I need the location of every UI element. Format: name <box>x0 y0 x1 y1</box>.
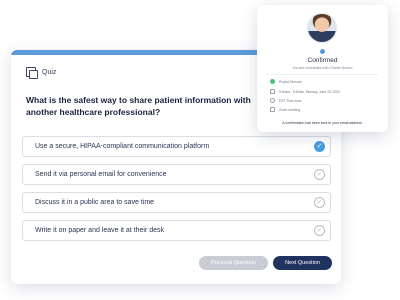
quiz-title: Quiz <box>42 68 57 76</box>
answer-option[interactable]: Send it via personal email for convenien… <box>22 164 331 185</box>
answer-option-label: Send it via personal email for convenien… <box>35 171 167 178</box>
quiz-header: Quiz <box>26 67 57 79</box>
check-circle-icon: ✓ <box>314 225 325 236</box>
status-dot-icon <box>270 79 275 84</box>
detail-text: EST Time zone <box>279 98 302 103</box>
answer-option[interactable]: Discuss it in a public area to save time… <box>22 192 331 213</box>
answer-option[interactable]: Write it on paper and leave it at their … <box>22 220 331 241</box>
confirmation-title: Confirmed <box>307 57 338 64</box>
detail-row: 9:00am - 9:30am, Monday, June 20, 2022 <box>270 89 340 94</box>
next-question-button[interactable]: Next Question <box>273 256 332 270</box>
detail-text: Zoom meeting <box>279 107 301 112</box>
detail-text: 9:00am - 9:30am, Monday, June 20, 2022 <box>279 89 340 94</box>
answer-option-label: Write it on paper and leave it at their … <box>35 227 165 234</box>
confirmation-card: Confirmed You are scheduled with Charlie… <box>257 5 388 132</box>
check-circle-icon: ✓ <box>314 141 325 152</box>
detail-row: Project Director <box>270 79 302 84</box>
check-circle-icon: ✓ <box>314 169 325 180</box>
confirmation-note: A confirmation has been sent to your ema… <box>282 121 363 125</box>
answer-option[interactable]: Use a secure, HIPAA-compliant communicat… <box>22 136 331 157</box>
quiz-question: What is the safest way to share patient … <box>26 95 251 117</box>
avatar <box>307 13 337 43</box>
previous-question-button[interactable]: Previous Question <box>199 256 268 270</box>
answer-options: Use a secure, HIPAA-compliant communicat… <box>22 136 331 248</box>
copy-icon <box>26 67 38 79</box>
confirmation-subtitle: You are scheduled with Charlie Nelson <box>292 66 353 70</box>
status-dot-icon <box>320 49 325 54</box>
video-icon <box>270 107 275 112</box>
detail-row: EST Time zone <box>270 98 301 103</box>
detail-text: Project Director <box>279 79 302 84</box>
calendar-icon <box>270 89 275 94</box>
divider <box>267 74 378 75</box>
answer-option-label: Use a secure, HIPAA-compliant communicat… <box>35 143 210 150</box>
answer-option-label: Discuss it in a public area to save time <box>35 199 155 206</box>
detail-row: Zoom meeting <box>270 107 300 112</box>
globe-icon <box>270 98 275 103</box>
check-circle-icon: ✓ <box>314 197 325 208</box>
